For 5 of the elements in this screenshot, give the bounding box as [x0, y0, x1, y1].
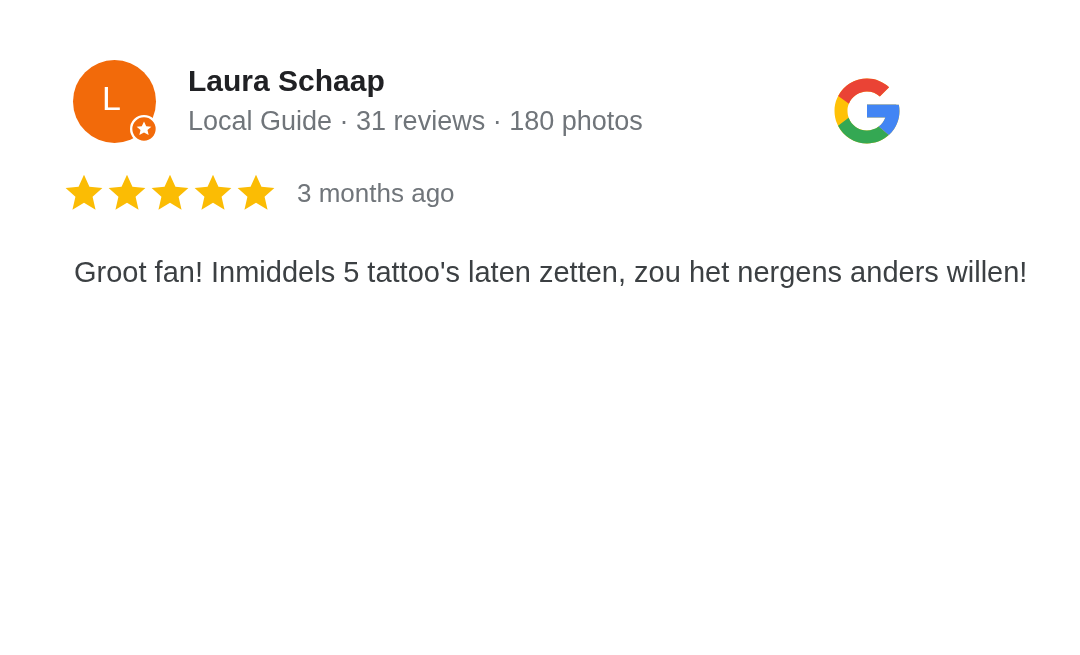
review-text: Groot fan! Inmiddels 5 tattoo's laten zetten, zou het nergens anders willen! [74, 255, 1029, 290]
author-meta: Local Guide · 31 reviews · 180 photos [188, 105, 644, 138]
author-name: Laura Schaap [188, 63, 386, 99]
avatar-letter: L [102, 80, 121, 115]
review-time: 3 months ago [297, 177, 455, 209]
